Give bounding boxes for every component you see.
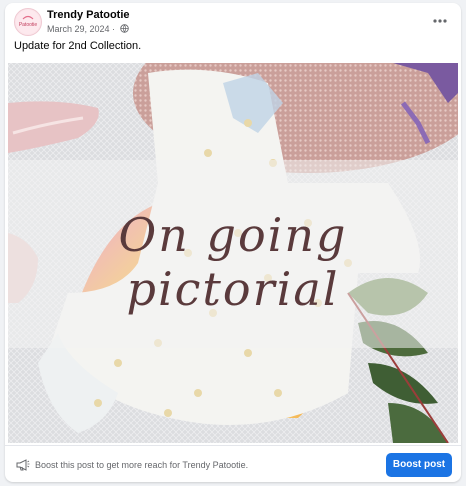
- post-header: Patootie Trendy Patootie March 29, 2024 …: [5, 3, 461, 39]
- globe-icon[interactable]: [119, 24, 129, 33]
- page-avatar[interactable]: Patootie: [14, 8, 42, 36]
- boost-post-button[interactable]: Boost post: [386, 453, 452, 477]
- megaphone-icon: [16, 459, 30, 471]
- boost-description: Boost this post to get more reach for Tr…: [35, 460, 249, 470]
- page-name-link[interactable]: Trendy Patootie: [47, 9, 130, 21]
- meta-separator: ·: [109, 24, 118, 34]
- boost-bar: Boost this post to get more reach for Tr…: [5, 445, 461, 482]
- avatar-logo-icon: Patootie: [16, 10, 40, 34]
- post-date[interactable]: March 29, 2024: [47, 24, 110, 34]
- post-photo[interactable]: On going pictorial: [8, 63, 458, 443]
- more-options-button[interactable]: [429, 12, 451, 30]
- photo-overlay-text: On going pictorial: [118, 208, 348, 316]
- post-card: Patootie Trendy Patootie March 29, 2024 …: [5, 3, 461, 482]
- post-meta: March 29, 2024 ·: [47, 24, 129, 34]
- more-options-icon: [433, 19, 447, 23]
- avatar-text: Patootie: [19, 22, 38, 28]
- post-caption: Update for 2nd Collection.: [14, 40, 142, 52]
